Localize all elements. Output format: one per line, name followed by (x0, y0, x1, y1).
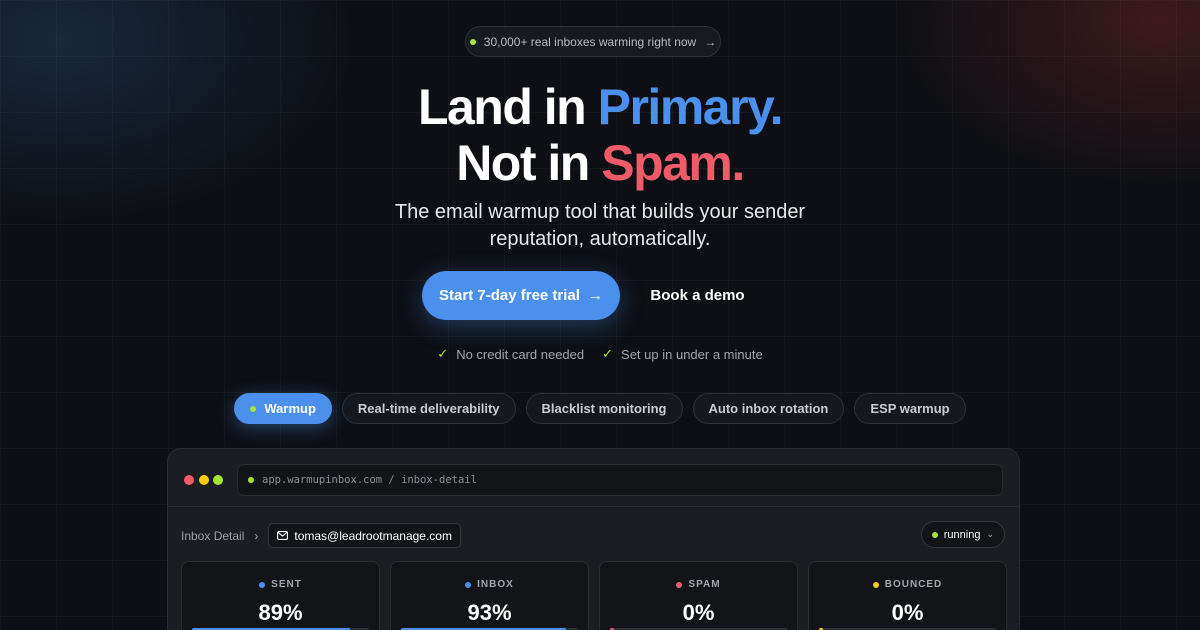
stat-card-bounced: BOUNCED 0% (808, 561, 1007, 630)
announcement-text: 30,000+ real inboxes warming right now (483, 34, 697, 49)
stat-label: SPAM (688, 579, 721, 590)
status-label: running (943, 528, 981, 541)
divider (168, 506, 1019, 507)
stat-value: 93% (467, 600, 512, 625)
tab-label: ESP warmup (870, 401, 950, 416)
headline-line-1: Land in Primary. (0, 79, 1200, 135)
subheadline-line-1: The email warmup tool that builds your s… (394, 201, 806, 223)
perk-label: Set up in under a minute (621, 346, 763, 362)
subheadline-line-2: reputation, automatically. (489, 228, 711, 250)
book-demo-link[interactable]: Book a demo (650, 271, 745, 320)
inbox-dot-icon (465, 581, 472, 588)
address-url: app.warmupinbox.com / inbox-detail (262, 474, 477, 486)
headline-prefix-2: Not in (456, 135, 590, 191)
headline-line-2: Not in Spam. (0, 135, 1200, 191)
arrow-right-icon: → (587, 287, 603, 304)
stat-label: INBOX (477, 579, 514, 590)
tab-label: Warmup (264, 401, 316, 416)
secure-dot-icon (248, 477, 254, 483)
arrow-right-icon: → (704, 34, 717, 49)
start-trial-button[interactable]: Start 7-day free trial → (422, 271, 620, 320)
stats-row: SENT 89% INBOX 93% SPAM 0% BOUNCED 0% (181, 561, 1007, 630)
tab-label: Real-time deliverability (357, 401, 500, 416)
tab-blacklist-monitoring[interactable]: Blacklist monitoring (525, 393, 683, 424)
app-preview-window: app.warmupinbox.com / inbox-detail Inbox… (167, 448, 1020, 630)
chevron-right-icon: › (254, 528, 259, 543)
check-icon: ✓ (437, 346, 449, 361)
stat-label-row: BOUNCED (809, 579, 1006, 590)
status-dropdown[interactable]: running ⌄ (920, 521, 1005, 548)
perk-item: ✓ Set up in under a minute (602, 346, 763, 362)
check-icon: ✓ (602, 346, 614, 361)
perk-item: ✓ No credit card needed (437, 346, 584, 362)
stat-label: BOUNCED (884, 579, 943, 590)
bounced-dot-icon (872, 581, 879, 588)
announcement-pill[interactable]: 30,000+ real inboxes warming right now → (465, 26, 721, 57)
status-dot-icon (931, 531, 938, 538)
stat-label-row: INBOX (391, 579, 588, 590)
stat-value: 0% (682, 600, 715, 625)
stat-card-inbox: INBOX 93% (390, 561, 589, 630)
email-address: tomas@leadrootmanage.com (294, 528, 452, 543)
perk-label: No credit card needed (456, 346, 585, 362)
tab-warmup[interactable]: Warmup (234, 393, 332, 424)
minimize-window-icon (199, 475, 209, 485)
spam-dot-icon (676, 581, 683, 588)
headline-highlight-primary: Primary. (597, 79, 784, 135)
tab-label: Blacklist monitoring (541, 401, 667, 416)
tab-real-time-deliverability[interactable]: Real-time deliverability (341, 393, 516, 424)
stat-value: 89% (258, 600, 303, 625)
live-dot-icon (469, 38, 476, 45)
stat-label-row: SENT (182, 579, 379, 590)
stat-card-sent: SENT 89% (181, 561, 380, 630)
close-window-icon (184, 475, 194, 485)
perks-list: ✓ No credit card needed ✓ Set up in unde… (0, 346, 1200, 362)
headline-highlight-spam: Spam. (601, 135, 745, 191)
feature-tabs: Warmup Real-time deliverability Blacklis… (0, 393, 1200, 424)
breadcrumb-inbox-detail[interactable]: Inbox Detail (181, 529, 244, 543)
hero-section: 30,000+ real inboxes warming right now →… (0, 0, 1200, 630)
breadcrumb: Inbox Detail › tomas@leadrootmanage.com (181, 523, 461, 548)
sent-dot-icon (259, 581, 266, 588)
tab-auto-inbox-rotation[interactable]: Auto inbox rotation (692, 393, 845, 424)
start-trial-label: Start 7-day free trial (439, 287, 580, 304)
tab-label: Auto inbox rotation (708, 401, 829, 416)
stat-label: SENT (271, 579, 302, 590)
stat-value: 0% (891, 600, 924, 625)
maximize-window-icon (213, 475, 223, 485)
active-dot-icon (250, 405, 257, 412)
stat-card-spam: SPAM 0% (599, 561, 798, 630)
email-chip[interactable]: tomas@leadrootmanage.com (268, 523, 461, 548)
address-bar: app.warmupinbox.com / inbox-detail (237, 464, 1003, 496)
mail-icon (277, 531, 289, 540)
stat-label-row: SPAM (600, 579, 797, 590)
headline-prefix-1: Land in (417, 79, 587, 135)
chevron-down-icon: ⌄ (986, 529, 994, 539)
tab-esp-warmup[interactable]: ESP warmup (854, 393, 966, 424)
